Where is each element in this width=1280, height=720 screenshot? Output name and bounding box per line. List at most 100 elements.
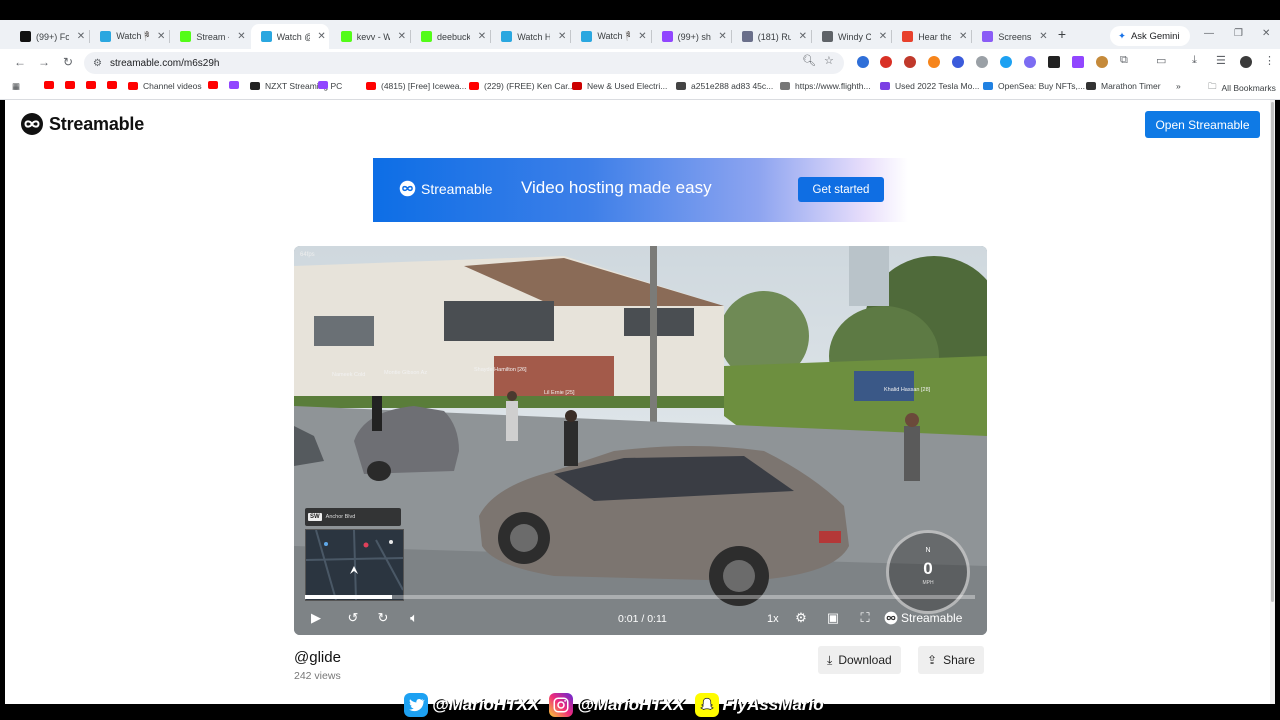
- browser-tab[interactable]: Watch H ✕: [491, 24, 569, 49]
- browser-tab[interactable]: (99+) Foll ✕: [10, 24, 88, 49]
- page-scrollbar[interactable]: [1270, 100, 1275, 704]
- bookmark-favicon-icon: [676, 82, 686, 90]
- fast-forward-icon[interactable]: ↻: [374, 610, 392, 626]
- playback-speed-button[interactable]: 1x: [767, 613, 779, 625]
- bookmark-item[interactable]: [65, 81, 75, 89]
- tab-close-icon[interactable]: ✕: [635, 31, 649, 42]
- tab-close-icon[interactable]: ✕: [74, 31, 88, 42]
- reading-list-icon[interactable]: ☰: [1216, 54, 1226, 67]
- volume-icon[interactable]: 🔈︎: [405, 610, 423, 626]
- browser-tab[interactable]: Watch @ ✕: [250, 24, 329, 49]
- tab-title: Watch H: [517, 31, 551, 42]
- bookmark-item[interactable]: a251e288 ad83 45c...: [676, 81, 773, 91]
- tab-close-icon[interactable]: ✕: [475, 31, 489, 42]
- new-tab-button[interactable]: +: [1054, 26, 1070, 42]
- get-started-button[interactable]: Get started: [798, 177, 884, 202]
- play-icon[interactable]: ▶: [307, 610, 325, 626]
- tab-close-icon[interactable]: ✕: [956, 31, 970, 42]
- menu-kebab-icon[interactable]: ⋮: [1264, 54, 1275, 67]
- browser-tab[interactable]: Screensh ✕: [972, 24, 1050, 49]
- tab-close-icon[interactable]: ✕: [716, 31, 730, 42]
- tab-close-icon[interactable]: ✕: [555, 31, 569, 42]
- bookmark-item[interactable]: [86, 81, 96, 89]
- tab-close-icon[interactable]: ✕: [154, 31, 168, 42]
- rewind-icon[interactable]: ↺: [344, 610, 362, 626]
- browser-tab[interactable]: kevv - W ✕: [331, 24, 409, 49]
- bookmark-item[interactable]: (229) (FREE) Ken Car...: [469, 81, 575, 91]
- video-player[interactable]: 64fps Nameek Cold Montie Gibson Az Shayd…: [294, 246, 987, 635]
- tab-close-icon[interactable]: ✕: [1036, 31, 1050, 42]
- restore-icon[interactable]: ❐: [1234, 28, 1243, 39]
- back-icon[interactable]: ←: [12, 55, 28, 69]
- scrollbar-thumb[interactable]: [1271, 102, 1274, 602]
- browser-tab[interactable]: Windy C ✕: [812, 24, 890, 49]
- bookmark-favicon-icon: [366, 82, 376, 90]
- browser-tab[interactable]: Stream - ✕: [170, 24, 248, 49]
- settings-gear-icon[interactable]: ⚙: [792, 610, 810, 626]
- extension-icon[interactable]: [857, 56, 869, 68]
- streamable-logo[interactable]: Streamable: [20, 112, 144, 136]
- fullscreen-icon[interactable]: ⛶: [856, 610, 874, 626]
- profile-avatar[interactable]: [1240, 56, 1252, 68]
- extension-icon[interactable]: [1024, 56, 1036, 68]
- extension-icon[interactable]: [880, 56, 892, 68]
- promo-banner[interactable]: Streamable Video hosting made easy Get s…: [373, 158, 908, 222]
- extension-icon[interactable]: [904, 56, 916, 68]
- bookmark-favicon-icon: [44, 81, 54, 89]
- bookmark-item[interactable]: [318, 81, 328, 89]
- browser-tab[interactable]: Watch 🏁 ✕: [571, 24, 649, 49]
- minimize-icon[interactable]: —: [1204, 28, 1214, 39]
- extension-icon[interactable]: [928, 56, 940, 68]
- video-progress-bar[interactable]: [305, 595, 975, 599]
- more-bookmarks-icon[interactable]: »: [1176, 81, 1181, 91]
- extension-icon[interactable]: [1048, 56, 1060, 68]
- download-icon[interactable]: ⤓: [1192, 54, 1197, 67]
- extension-icon[interactable]: [952, 56, 964, 68]
- bookmark-item[interactable]: OpenSea: Buy NFTs,...: [983, 81, 1085, 91]
- bookmark-item[interactable]: NZXT Streaming PC: [250, 81, 342, 91]
- browser-tab[interactable]: (181) Ru ✕: [732, 24, 810, 49]
- bookmark-item[interactable]: Used 2022 Tesla Mo...: [880, 81, 979, 91]
- bookmark-item[interactable]: Channel videos: [128, 81, 202, 91]
- apps-grid-icon[interactable]: ▦: [12, 81, 20, 92]
- bookmark-item[interactable]: New & Used Electri...: [572, 81, 667, 91]
- bookmark-item[interactable]: [208, 81, 218, 89]
- puzzle-extensions-icon[interactable]: ⧉: [1120, 54, 1128, 67]
- browser-tab[interactable]: deebuck ✕: [411, 24, 489, 49]
- extension-icon[interactable]: [1072, 56, 1084, 68]
- browser-tab[interactable]: Watch 🏁 ✕: [90, 24, 168, 49]
- bookmark-item[interactable]: [107, 81, 117, 89]
- tab-close-icon[interactable]: ✕: [876, 31, 890, 42]
- bookmark-star-icon[interactable]: ☆: [824, 54, 834, 67]
- share-button[interactable]: ⇪ Share: [918, 646, 985, 674]
- forward-icon[interactable]: →: [36, 55, 52, 69]
- tab-close-icon[interactable]: ✕: [234, 31, 248, 42]
- address-bar[interactable]: ⚙ streamable.com/m6s29h: [84, 52, 844, 74]
- tab-close-icon[interactable]: ✕: [395, 31, 409, 42]
- browser-tab[interactable]: (99+) sh ✕: [652, 24, 730, 49]
- browser-tab[interactable]: Hear the ✕: [892, 24, 970, 49]
- reload-icon[interactable]: ↻: [60, 55, 76, 69]
- tab-close-icon[interactable]: ✕: [796, 31, 810, 42]
- bookmark-item[interactable]: https://www.flighth...: [780, 81, 871, 91]
- streamable-watermark[interactable]: Streamable: [884, 611, 962, 625]
- close-window-icon[interactable]: ✕: [1262, 28, 1270, 39]
- extension-icon[interactable]: [976, 56, 988, 68]
- tab-search-icon[interactable]: ▭: [1156, 54, 1166, 67]
- picture-in-picture-icon[interactable]: ▣: [824, 610, 842, 626]
- bookmark-item[interactable]: (4815) [Free] Icewea...: [366, 81, 467, 91]
- extension-icon[interactable]: [1000, 56, 1012, 68]
- extension-icon[interactable]: [1096, 56, 1108, 68]
- all-bookmarks[interactable]: 🗀 All Bookmarks: [1208, 81, 1276, 95]
- bookmark-item[interactable]: Marathon Timer: [1086, 81, 1161, 91]
- bookmark-item[interactable]: [229, 81, 239, 89]
- bookmark-item[interactable]: [44, 81, 54, 89]
- zoom-icon[interactable]: 🔍︎: [802, 54, 816, 67]
- bookmark-label: OpenSea: Buy NFTs,...: [998, 81, 1085, 91]
- twitter-handle: @MarioHTXX: [432, 695, 540, 714]
- open-streamable-button[interactable]: Open Streamable: [1145, 111, 1260, 138]
- site-info-icon[interactable]: ⚙: [93, 58, 102, 69]
- tab-close-icon[interactable]: ✕: [315, 31, 329, 42]
- download-button[interactable]: ⤓ Download: [818, 646, 901, 674]
- ask-gemini-button[interactable]: ✦ Ask Gemini: [1110, 26, 1190, 46]
